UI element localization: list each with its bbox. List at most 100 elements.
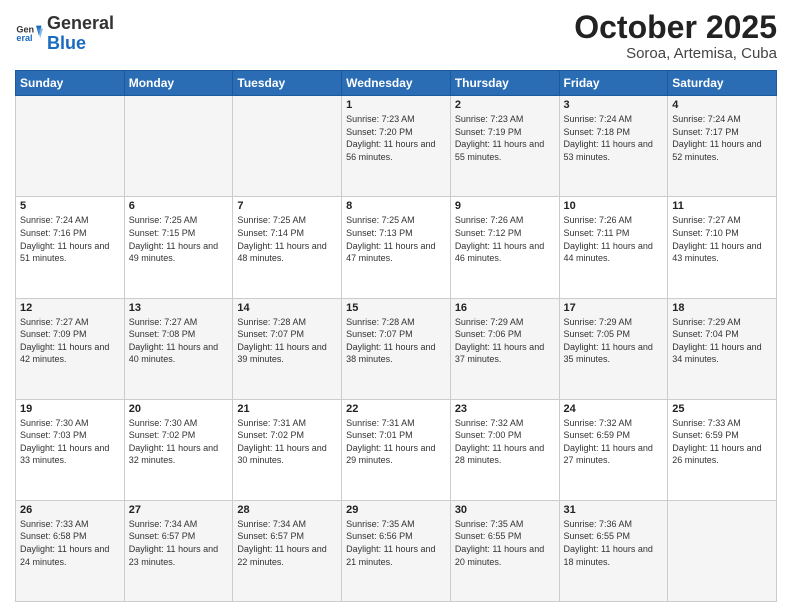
day-number: 11 xyxy=(672,200,772,212)
calendar-cell-3-7: 18 Sunrise: 7:29 AMSunset: 7:04 PMDayligh… xyxy=(668,298,777,399)
calendar-cell-3-5: 16 Sunrise: 7:29 AMSunset: 7:06 PMDayligh… xyxy=(450,298,559,399)
day-number: 30 xyxy=(455,504,555,516)
day-info: Sunrise: 7:32 AMSunset: 6:59 PMDaylight:… xyxy=(564,417,664,467)
day-number: 23 xyxy=(455,403,555,415)
day-info: Sunrise: 7:25 AMSunset: 7:14 PMDaylight:… xyxy=(237,214,337,264)
calendar-cell-4-7: 25Sunrise: 7:33 AMSunset: 6:59 PMDayligh… xyxy=(668,399,777,500)
day-number: 2 xyxy=(455,99,555,111)
day-info: Sunrise: 7:26 AMSunset: 7:12 PMDaylight:… xyxy=(455,214,555,264)
calendar-cell-2-7: 11Sunrise: 7:27 AMSunset: 7:10 PMDayligh… xyxy=(668,197,777,298)
day-number: 18 xyxy=(672,302,772,314)
day-info: Sunrise: 7:32 AMSunset: 7:00 PMDaylight:… xyxy=(455,417,555,467)
day-number: 1 xyxy=(346,99,446,111)
day-number: 20 xyxy=(129,403,229,415)
day-number: 17 xyxy=(564,302,664,314)
month-title: October 2025 xyxy=(574,10,777,45)
calendar-cell-4-3: 21 Sunrise: 7:31 AMSunset: 7:02 PMDayligh… xyxy=(233,399,342,500)
day-info: Sunrise: 7:33 AMSunset: 6:59 PMDaylight:… xyxy=(672,417,772,467)
day-number: 26 xyxy=(20,504,120,516)
page: Gen eral General Blue October 2025 Soroa… xyxy=(0,0,792,612)
day-number: 21 xyxy=(237,403,337,415)
calendar-cell-1-3 xyxy=(233,96,342,197)
day-number: 13 xyxy=(129,302,229,314)
calendar-cell-1-5: 2 Sunrise: 7:23 AMSunset: 7:19 PMDaylight… xyxy=(450,96,559,197)
calendar-cell-5-7 xyxy=(668,500,777,601)
day-info: Sunrise: 7:33 AMSunset: 6:58 PMDaylight:… xyxy=(20,518,120,568)
calendar-cell-2-1: 5Sunrise: 7:24 AMSunset: 7:16 PMDaylight… xyxy=(16,197,125,298)
calendar-cell-2-2: 6Sunrise: 7:25 AMSunset: 7:15 PMDaylight… xyxy=(124,197,233,298)
day-number: 16 xyxy=(455,302,555,314)
day-info: Sunrise: 7:30 AMSunset: 7:02 PMDaylight:… xyxy=(129,417,229,467)
day-number: 12 xyxy=(20,302,120,314)
day-info: Sunrise: 7:31 AMSunset: 7:02 PMDaylight:… xyxy=(237,417,337,467)
calendar-cell-2-5: 9 Sunrise: 7:26 AMSunset: 7:12 PMDaylight… xyxy=(450,197,559,298)
day-info: Sunrise: 7:29 AMSunset: 7:04 PMDaylight:… xyxy=(672,316,772,366)
calendar-cell-3-4: 15Sunrise: 7:28 AMSunset: 7:07 PMDayligh… xyxy=(342,298,451,399)
calendar-cell-5-4: 29Sunrise: 7:35 AMSunset: 6:56 PMDayligh… xyxy=(342,500,451,601)
day-info: Sunrise: 7:34 AMSunset: 6:57 PMDaylight:… xyxy=(237,518,337,568)
logo-general: General xyxy=(47,14,114,34)
calendar-cell-3-3: 14Sunrise: 7:28 AMSunset: 7:07 PMDayligh… xyxy=(233,298,342,399)
weekday-header-wednesday: Wednesday xyxy=(342,71,451,96)
day-info: Sunrise: 7:34 AMSunset: 6:57 PMDaylight:… xyxy=(129,518,229,568)
calendar-cell-1-6: 3 Sunrise: 7:24 AMSunset: 7:18 PMDaylight… xyxy=(559,96,668,197)
calendar-cell-5-5: 30 Sunrise: 7:35 AMSunset: 6:55 PMDayligh… xyxy=(450,500,559,601)
logo-blue: Blue xyxy=(47,34,114,54)
day-info: Sunrise: 7:25 AMSunset: 7:13 PMDaylight:… xyxy=(346,214,446,264)
title-block: October 2025 Soroa, Artemisa, Cuba xyxy=(574,10,777,62)
day-number: 14 xyxy=(237,302,337,314)
day-info: Sunrise: 7:28 AMSunset: 7:07 PMDaylight:… xyxy=(346,316,446,366)
calendar-cell-3-6: 17 Sunrise: 7:29 AMSunset: 7:05 PMDayligh… xyxy=(559,298,668,399)
calendar-cell-5-1: 26 Sunrise: 7:33 AMSunset: 6:58 PMDayligh… xyxy=(16,500,125,601)
day-info: Sunrise: 7:26 AMSunset: 7:11 PMDaylight:… xyxy=(564,214,664,264)
day-number: 3 xyxy=(564,99,664,111)
weekday-header-friday: Friday xyxy=(559,71,668,96)
calendar-cell-1-7: 4 Sunrise: 7:24 AMSunset: 7:17 PMDaylight… xyxy=(668,96,777,197)
day-info: Sunrise: 7:35 AMSunset: 6:55 PMDaylight:… xyxy=(455,518,555,568)
day-info: Sunrise: 7:29 AMSunset: 7:05 PMDaylight:… xyxy=(564,316,664,366)
day-number: 8 xyxy=(346,200,446,212)
calendar-cell-4-6: 24Sunrise: 7:32 AMSunset: 6:59 PMDayligh… xyxy=(559,399,668,500)
day-info: Sunrise: 7:23 AMSunset: 7:19 PMDaylight:… xyxy=(455,113,555,163)
calendar-cell-5-3: 28Sunrise: 7:34 AMSunset: 6:57 PMDayligh… xyxy=(233,500,342,601)
calendar-cell-5-2: 27Sunrise: 7:34 AMSunset: 6:57 PMDayligh… xyxy=(124,500,233,601)
day-number: 31 xyxy=(564,504,664,516)
week-row-2: 5Sunrise: 7:24 AMSunset: 7:16 PMDaylight… xyxy=(16,197,777,298)
week-row-3: 12 Sunrise: 7:27 AMSunset: 7:09 PMDayligh… xyxy=(16,298,777,399)
day-number: 4 xyxy=(672,99,772,111)
calendar-cell-4-4: 22 Sunrise: 7:31 AMSunset: 7:01 PMDayligh… xyxy=(342,399,451,500)
calendar-cell-4-2: 20 Sunrise: 7:30 AMSunset: 7:02 PMDayligh… xyxy=(124,399,233,500)
calendar-body: 1 Sunrise: 7:23 AMSunset: 7:20 PMDaylight… xyxy=(16,96,777,602)
day-number: 9 xyxy=(455,200,555,212)
calendar-cell-2-4: 8 Sunrise: 7:25 AMSunset: 7:13 PMDaylight… xyxy=(342,197,451,298)
day-number: 19 xyxy=(20,403,120,415)
weekday-header-row: SundayMondayTuesdayWednesdayThursdayFrid… xyxy=(16,71,777,96)
day-number: 22 xyxy=(346,403,446,415)
day-info: Sunrise: 7:24 AMSunset: 7:17 PMDaylight:… xyxy=(672,113,772,163)
week-row-4: 19 Sunrise: 7:30 AMSunset: 7:03 PMDayligh… xyxy=(16,399,777,500)
day-info: Sunrise: 7:27 AMSunset: 7:08 PMDaylight:… xyxy=(129,316,229,366)
day-info: Sunrise: 7:25 AMSunset: 7:15 PMDaylight:… xyxy=(129,214,229,264)
logo-icon: Gen eral xyxy=(15,20,43,48)
logo: Gen eral General Blue xyxy=(15,14,114,54)
day-info: Sunrise: 7:35 AMSunset: 6:56 PMDaylight:… xyxy=(346,518,446,568)
weekday-header-saturday: Saturday xyxy=(668,71,777,96)
calendar-cell-2-3: 7Sunrise: 7:25 AMSunset: 7:14 PMDaylight… xyxy=(233,197,342,298)
day-info: Sunrise: 7:23 AMSunset: 7:20 PMDaylight:… xyxy=(346,113,446,163)
calendar-cell-5-6: 31Sunrise: 7:36 AMSunset: 6:55 PMDayligh… xyxy=(559,500,668,601)
svg-text:eral: eral xyxy=(16,33,32,43)
day-number: 5 xyxy=(20,200,120,212)
day-info: Sunrise: 7:29 AMSunset: 7:06 PMDaylight:… xyxy=(455,316,555,366)
day-info: Sunrise: 7:24 AMSunset: 7:18 PMDaylight:… xyxy=(564,113,664,163)
weekday-header-tuesday: Tuesday xyxy=(233,71,342,96)
day-info: Sunrise: 7:30 AMSunset: 7:03 PMDaylight:… xyxy=(20,417,120,467)
calendar-cell-4-1: 19 Sunrise: 7:30 AMSunset: 7:03 PMDayligh… xyxy=(16,399,125,500)
day-info: Sunrise: 7:31 AMSunset: 7:01 PMDaylight:… xyxy=(346,417,446,467)
day-number: 10 xyxy=(564,200,664,212)
weekday-header-thursday: Thursday xyxy=(450,71,559,96)
calendar-cell-1-2 xyxy=(124,96,233,197)
calendar-table: SundayMondayTuesdayWednesdayThursdayFrid… xyxy=(15,70,777,602)
weekday-header-sunday: Sunday xyxy=(16,71,125,96)
day-info: Sunrise: 7:27 AMSunset: 7:09 PMDaylight:… xyxy=(20,316,120,366)
weekday-header-monday: Monday xyxy=(124,71,233,96)
